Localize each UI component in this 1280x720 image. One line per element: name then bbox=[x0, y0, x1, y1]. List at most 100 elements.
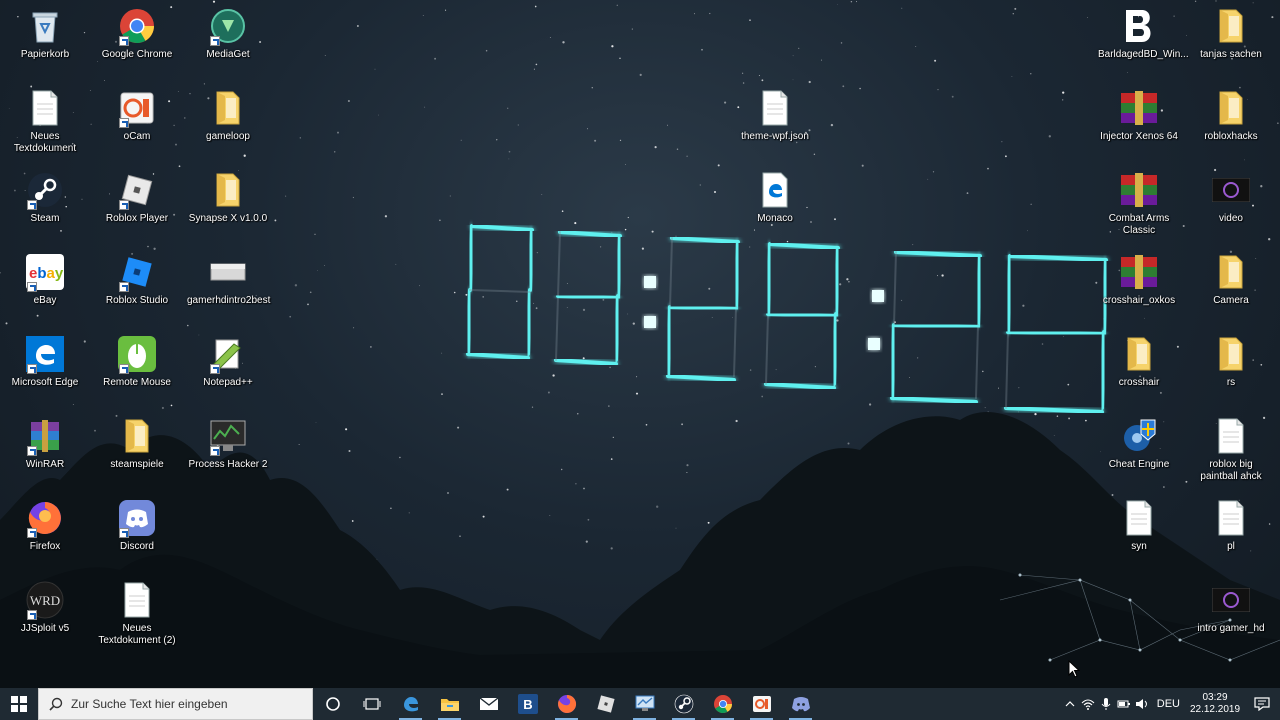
taskbar-date: 22.12.2019 bbox=[1189, 704, 1241, 715]
show-hidden-icons-chevron-up-icon[interactable] bbox=[1061, 688, 1079, 720]
desktop-icon-robloxhacks[interactable]: robloxhacks bbox=[1188, 88, 1274, 143]
desktop-icon-label: Combat Arms Classic bbox=[1108, 213, 1170, 236]
taskbar-button-remote-desktop[interactable] bbox=[625, 688, 664, 720]
desktop-icon-label: WinRAR bbox=[25, 459, 65, 470]
desktop-icon-label: roblox big paintball ahck bbox=[1200, 459, 1262, 482]
desktop-icon-label: Microsoft Edge bbox=[11, 377, 79, 388]
wifi-icon[interactable] bbox=[1079, 688, 1097, 720]
desktop-icon-notepad-plus[interactable]: Notepad++ bbox=[185, 334, 271, 389]
desktop-icon-video[interactable]: video bbox=[1188, 170, 1274, 225]
taskbar-button-cortana[interactable] bbox=[313, 688, 352, 720]
folder-icon bbox=[1211, 252, 1251, 292]
taskbar-clock[interactable]: 03:29 22.12.2019 bbox=[1186, 692, 1244, 716]
b-app-icon: B bbox=[517, 694, 538, 714]
desktop-icon-firefox[interactable]: Firefox bbox=[2, 498, 88, 553]
desktop-icon-ebay[interactable]: ebay eBay bbox=[2, 252, 88, 307]
edge-icon bbox=[402, 695, 420, 713]
taskbar-button-explorer[interactable] bbox=[430, 688, 469, 720]
desktop-icon-label: crosshair_oxkos bbox=[1102, 295, 1176, 306]
desktop-icon-winrar[interactable]: WinRAR bbox=[2, 416, 88, 471]
folder-icon bbox=[1211, 88, 1251, 128]
desktop-icon-theme-wpf-json[interactable]: theme-wpf.json bbox=[732, 88, 818, 143]
taskbar-button-edge[interactable] bbox=[391, 688, 430, 720]
desktop-icon-intro-gamer-hd[interactable]: intro gamer_hd bbox=[1188, 580, 1274, 635]
text-document-icon bbox=[25, 88, 65, 128]
volume-icon[interactable] bbox=[1133, 688, 1151, 720]
desktop-icon-label: theme-wpf.json bbox=[741, 131, 809, 142]
desktop-icon-crosshair[interactable]: crosshair bbox=[1096, 334, 1182, 389]
taskbar-button-mail[interactable] bbox=[469, 688, 508, 720]
clock-segment bbox=[892, 323, 980, 329]
taskbar-button-task-view[interactable] bbox=[352, 688, 391, 720]
desktop-icon-microsoft-edge[interactable]: Microsoft Edge bbox=[2, 334, 88, 389]
desktop-icon-roblox-studio[interactable]: Roblox Studio bbox=[94, 252, 180, 307]
ocam-icon bbox=[752, 695, 772, 713]
folder-icon bbox=[1119, 334, 1159, 374]
clock-colon-dot bbox=[872, 290, 884, 302]
folder-icon bbox=[1211, 334, 1251, 374]
desktop-icon-neues-textdokument[interactable]: Neues Textdokument bbox=[2, 88, 88, 155]
clock-segment bbox=[764, 382, 836, 390]
desktop-icon-discord[interactable]: Discord bbox=[94, 498, 180, 553]
desktop-icon-camera[interactable]: Camera bbox=[1188, 252, 1274, 307]
desktop-icon-label: Synapse X v1.0.0 bbox=[188, 213, 268, 224]
folder-icon bbox=[208, 170, 248, 210]
desktop-icon-gameloop[interactable]: gameloop bbox=[185, 88, 271, 143]
desktop-icon-process-hacker[interactable]: Process Hacker 2 bbox=[185, 416, 271, 471]
desktop-icon-remote-mouse[interactable]: Remote Mouse bbox=[94, 334, 180, 389]
desktop-icon-ocam[interactable]: oCam bbox=[94, 88, 180, 143]
remote-mouse-icon bbox=[117, 334, 157, 374]
clock-segment bbox=[768, 242, 840, 250]
search-placeholder: Zur Suche Text hier eingeben bbox=[71, 697, 228, 711]
desktop-icon-gamerhdintro2best[interactable]: gamerhdintro2best bbox=[185, 252, 271, 307]
clock-segment bbox=[734, 240, 740, 309]
desktop-icon-roblox-big-paintball[interactable]: roblox big paintball ahck bbox=[1188, 416, 1274, 483]
desktop-icon-label: steamspiele bbox=[110, 459, 164, 470]
taskbar-button-steam[interactable] bbox=[664, 688, 703, 720]
taskbar-button-ocam[interactable] bbox=[742, 688, 781, 720]
desktop-icon-syn[interactable]: syn bbox=[1096, 498, 1182, 553]
battery-power-icon[interactable] bbox=[1115, 688, 1133, 720]
desktop-icon-pl[interactable]: pl bbox=[1188, 498, 1274, 553]
text-document-icon bbox=[1211, 416, 1251, 456]
taskbar-button-firefox[interactable] bbox=[547, 688, 586, 720]
svg-text:WRD: WRD bbox=[30, 593, 60, 608]
desktop-icon-label: syn bbox=[1131, 541, 1147, 552]
clock-segment bbox=[975, 324, 979, 399]
taskbar-button-b-app[interactable]: B bbox=[508, 688, 547, 720]
desktop-icon-label: JJSploit v5 bbox=[20, 623, 70, 634]
taskbar-button-roblox[interactable] bbox=[586, 688, 625, 720]
start-button[interactable] bbox=[0, 688, 38, 720]
remote-desktop-icon bbox=[634, 695, 656, 713]
desktop-icon-injector-xenos[interactable]: Injector Xenos 64 bbox=[1096, 88, 1182, 143]
desktop-icon-steamspiele[interactable]: steamspiele bbox=[94, 416, 180, 471]
desktop-icon-tanjas-sachen[interactable]: tanjas sachen bbox=[1188, 6, 1274, 61]
desktop-icon-label: Remote Mouse bbox=[103, 377, 171, 388]
taskbar-button-chrome[interactable] bbox=[703, 688, 742, 720]
desktop-icon-google-chrome[interactable]: Google Chrome bbox=[94, 6, 180, 61]
desktop-icon-rs[interactable]: rs bbox=[1188, 334, 1274, 389]
desktop-icon-cheat-engine[interactable]: Cheat Engine bbox=[1096, 416, 1182, 471]
clock-segment bbox=[557, 231, 561, 297]
desktop-icon-mediaget[interactable]: MediaGet bbox=[185, 6, 271, 61]
action-center-button[interactable] bbox=[1244, 688, 1280, 720]
search-box[interactable]: Zur Suche Text hier eingeben bbox=[38, 688, 313, 720]
desktop-icon-crosshair-oxkos[interactable]: crosshair_oxkos bbox=[1096, 252, 1182, 307]
desktop-icon-barlagedbd[interactable]: BarldagedBD_Win... bbox=[1096, 6, 1189, 61]
desktop-icon-papierkorb[interactable]: Papierkorb bbox=[2, 6, 88, 61]
desktop-icon-neues-textdokument-2[interactable]: Neues Textdokument (2) bbox=[94, 580, 180, 647]
microphone-icon[interactable] bbox=[1097, 688, 1115, 720]
desktop-icon-roblox-player[interactable]: Roblox Player bbox=[94, 170, 180, 225]
desktop-icon-label: Camera bbox=[1213, 295, 1249, 306]
desktop-icon-synapse-x[interactable]: Synapse X v1.0.0 bbox=[185, 170, 271, 225]
text-document-icon bbox=[755, 88, 795, 128]
input-language-indicator[interactable]: DEU bbox=[1151, 698, 1186, 710]
desktop-icon-steam[interactable]: Steam bbox=[2, 170, 88, 225]
desktop-icon-label: BarldagedBD_Win... bbox=[1098, 49, 1189, 60]
taskbar-button-discord[interactable] bbox=[781, 688, 820, 720]
task-view-icon bbox=[363, 696, 381, 712]
desktop-icon-combat-arms[interactable]: Combat Arms Classic bbox=[1096, 170, 1182, 237]
desktop-icon-jjsploit[interactable]: WRD JJSploit v5 bbox=[2, 580, 88, 635]
desktop-icon-monaco[interactable]: Monaco bbox=[732, 170, 818, 225]
desktop-icon-label: Notepad++ bbox=[203, 377, 253, 388]
